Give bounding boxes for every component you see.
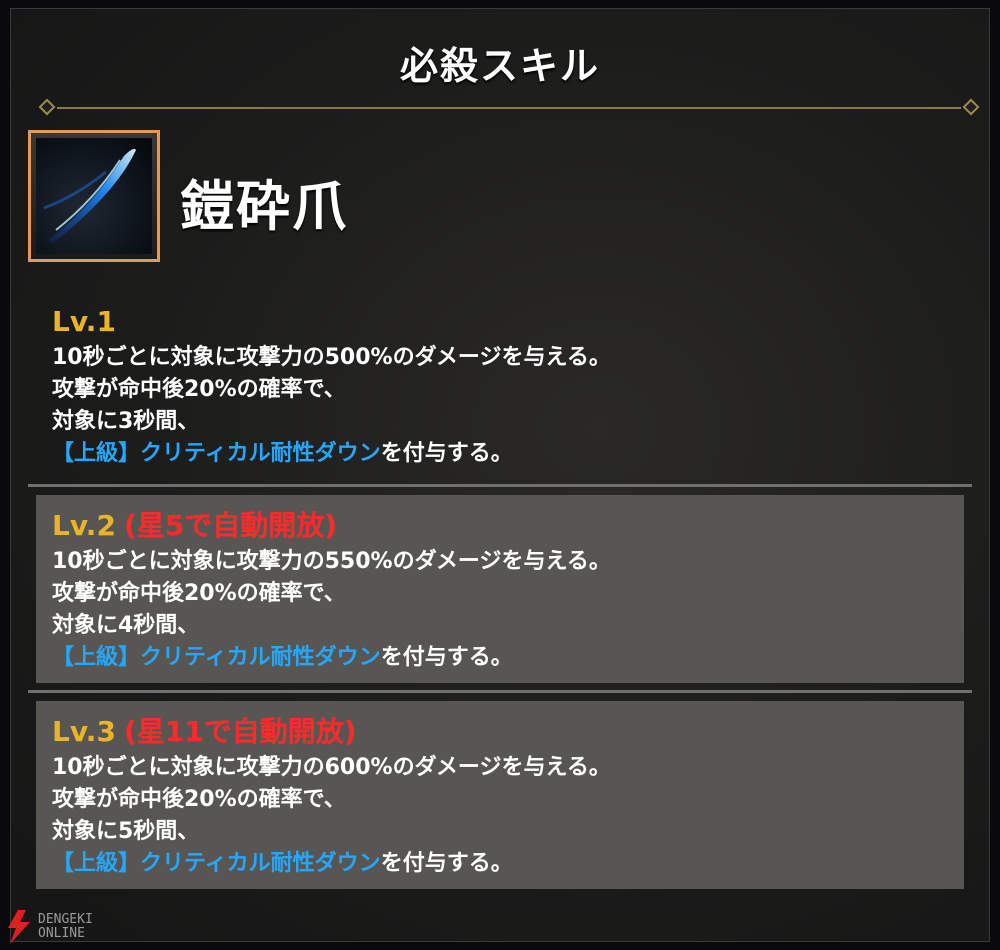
watermark-text: DENGEKI ONLINE — [38, 913, 93, 941]
level-3-block: Lv.3 (星11で自動開放) 10秒ごとに対象に攻撃力の600%のダメージを与え… — [52, 712, 611, 880]
blue-claw-slash-icon — [36, 138, 152, 254]
level-1-block: Lv.1 10秒ごとに対象に攻撃力の500%のダメージを与える。 攻撃が命中後2… — [52, 302, 611, 470]
level-1-effect: 【上級】クリティカル耐性ダウン — [52, 441, 381, 466]
level-1-line-1: 10秒ごとに対象に攻撃力の500%のダメージを与える。 — [52, 345, 611, 370]
level-2-effect-suffix: を付与する。 — [380, 645, 513, 670]
level-3-line-1: 10秒ごとに対象に攻撃力の600%のダメージを与える。 — [52, 755, 611, 780]
level-1-line-3: 対象に3秒間、 — [52, 409, 200, 434]
watermark-line-1: DENGEKI — [38, 912, 93, 927]
level-3-effect-suffix: を付与する。 — [380, 851, 513, 876]
level-3-effect: 【上級】クリティカル耐性ダウン — [52, 851, 381, 876]
level-1-line-2: 攻撃が命中後20%の確率で、 — [52, 377, 346, 402]
lightning-bolt-icon — [8, 910, 30, 944]
watermark: DENGEKI ONLINE — [4, 910, 93, 944]
level-2-effect: 【上級】クリティカル耐性ダウン — [52, 645, 381, 670]
level-3-header: Lv.3 (星11で自動開放) — [52, 712, 611, 752]
level-3-line-4: 【上級】クリティカル耐性ダウンを付与する。 — [52, 848, 611, 880]
skill-name: 鎧砕爪 — [180, 175, 348, 238]
level-2-block: Lv.2 (星5で自動開放) 10秒ごとに対象に攻撃力の550%のダメージを与える… — [52, 506, 611, 674]
level-2-line-1: 10秒ごとに対象に攻撃力の550%のダメージを与える。 — [52, 549, 611, 574]
divider-right-diamond — [962, 98, 980, 116]
watermark-line-2: ONLINE — [38, 926, 85, 941]
level-1-line-4: 【上級】クリティカル耐性ダウンを付与する。 — [52, 438, 611, 470]
level-3-label: Lv.3 — [52, 715, 116, 748]
level-1-label: Lv.1 — [52, 305, 116, 338]
level-2-line-4: 【上級】クリティカル耐性ダウンを付与する。 — [52, 642, 611, 674]
skill-icon-frame — [28, 130, 160, 262]
level-1-effect-suffix: を付与する。 — [380, 441, 513, 466]
level-2-line-3: 対象に4秒間、 — [52, 613, 200, 638]
level-3-line-2: 攻撃が命中後20%の確率で、 — [52, 787, 346, 812]
divider-line — [57, 107, 961, 109]
level-3-line-3: 対象に5秒間、 — [52, 819, 200, 844]
level-2-unlock-condition: (星5で自動開放) — [123, 509, 338, 542]
panel-title: 必殺スキル — [399, 44, 600, 88]
level-2-label: Lv.2 — [52, 509, 116, 542]
divider-left-diamond — [38, 98, 56, 116]
level-2-header: Lv.2 (星5で自動開放) — [52, 506, 611, 546]
level-separator-1 — [28, 484, 972, 487]
level-separator-2 — [28, 690, 972, 693]
level-3-unlock-condition: (星11で自動開放) — [123, 715, 357, 748]
level-2-line-2: 攻撃が命中後20%の確率で、 — [52, 581, 346, 606]
title-divider — [38, 98, 980, 116]
level-1-header: Lv.1 — [52, 302, 611, 342]
